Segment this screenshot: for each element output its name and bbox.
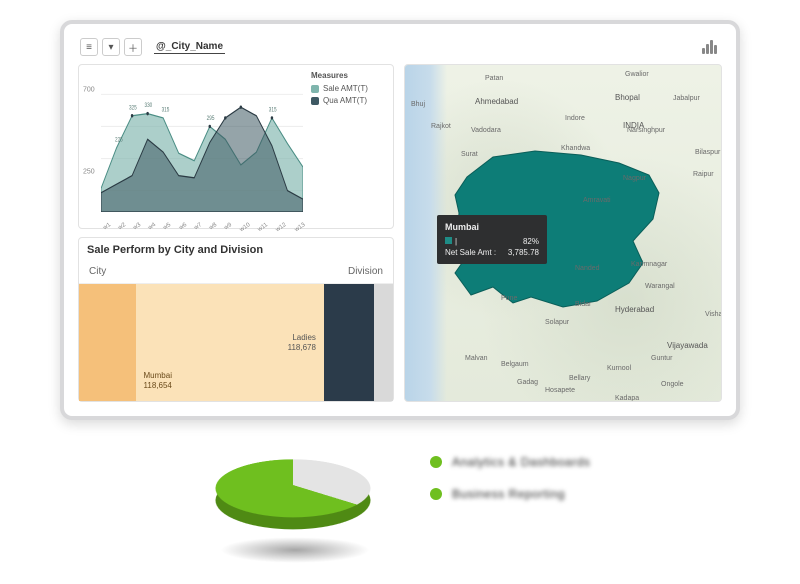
map-city-label: Guntur [651,355,672,362]
map-city-label: Surat [461,151,478,158]
map-city-label: Raipur [693,171,714,178]
treemap-cell-label: Mumbai 118,654 [144,371,172,391]
tooltip-title: Mumbai [445,221,539,234]
map-city-label: Khandwa [561,145,590,152]
card-title: Sale Perform by City and Division [79,238,393,262]
col-division: Division [348,266,383,277]
swatch-icon [445,237,452,244]
map-city-label: Bhopal [615,93,640,102]
pie-legend-item: Analytics & Dashboards [430,455,590,469]
map-city-label: Belgaum [501,361,529,368]
x-axis: w1w2w3w4w5w6w7w8w9w10w11w12w13 [101,222,303,228]
svg-text:315: 315 [162,107,170,114]
filter-icon[interactable]: ▾ [102,38,120,56]
area-chart-card: 700 250 [78,64,394,229]
map-city-label: Warangal [645,283,675,290]
map-city-label: Malvan [465,355,488,362]
map-city-label: Bilaspur [695,149,720,156]
map-city-label: Indore [565,115,585,122]
map-city-label: Vishakhapatnam [705,311,722,318]
y-tick: 700 [83,86,95,93]
swatch-icon [311,85,319,93]
map-city-label: Vijayawada [667,341,708,350]
map-city-label: Gadag [517,379,538,386]
svg-text:225: 225 [115,137,123,144]
svg-text:325: 325 [129,105,137,112]
map-city-label: Narsinghpur [627,127,665,134]
map-city-label: Kadapa [615,395,639,402]
map-city-label: Pune [501,295,517,302]
map-city-label: Hyderabad [615,305,654,314]
treemap-header: City Division [79,262,393,284]
pie-shadow [220,537,370,563]
pie-legend-label: Analytics & Dashboards [452,455,590,469]
map-city-label: Bellary [569,375,590,382]
map-city-label: Patan [485,75,503,82]
dot-icon [430,456,442,468]
svg-text:330: 330 [145,103,153,110]
map-city-label: Gwalior [625,71,649,78]
svg-text:295: 295 [207,115,215,122]
chart-icon[interactable] [702,40,720,54]
map-city-label: Vadodara [471,127,501,134]
map-city-label: Hosapete [545,387,575,394]
dot-icon [430,488,442,500]
svg-text:315: 315 [269,107,277,114]
map-city-label: Nanded [575,265,600,272]
pie-chart [210,425,380,565]
treemap-cell-label: Ladies 118,678 [288,333,316,353]
col-city: City [89,266,106,277]
treemap-cell[interactable] [324,284,374,401]
map-city-label: Kurnool [607,365,631,372]
area-chart-legend: Measures Sale AMT(T) Qua AMT(T) [305,71,385,226]
menu-icon[interactable]: ≡ [80,38,98,56]
area-chart[interactable]: 700 250 [87,71,305,226]
legend-item[interactable]: Qua AMT(T) [311,96,385,105]
pie-legend-item: Business Reporting [430,487,590,501]
map-city-label: Solapur [545,319,569,326]
map-city-label: Ongole [661,381,684,388]
map-city-label: Bidar [575,301,591,308]
map-tooltip: Mumbai | 82% Net Sale Amt : 3,785.78 [437,215,547,264]
map-city-label: Amravati [583,197,611,204]
map-city-label: Jabalpur [673,95,700,102]
treemap[interactable]: Mumbai 118,654 Ladies 118,678 [79,284,393,401]
top-toolbar: ≡ ▾ ＋ @_City_Name [78,34,722,60]
pie-legend-label: Business Reporting [452,487,565,501]
add-icon[interactable]: ＋ [124,38,142,56]
map-city-label: Ahmedabad [475,97,518,106]
map-panel[interactable]: Patan Bhuj Ahmedabad Vadodara Rajkot Surat Mum… [404,64,722,402]
treemap-cell[interactable] [79,284,136,401]
performance-card: Sale Perform by City and Division City D… [78,237,394,402]
map-city-label: Karimnagar [631,261,667,268]
page-title: @_City_Name [154,40,225,54]
map-city-label: Nagpur [623,175,646,182]
treemap-cell[interactable] [374,284,393,401]
legend-item[interactable]: Sale AMT(T) [311,84,385,93]
legend-header: Measures [311,71,385,80]
dashboard-monitor: ≡ ▾ ＋ @_City_Name 700 250 [60,20,740,420]
map-city-label: Rajkot [431,123,451,130]
map-city-label: Bhuj [411,101,425,108]
swatch-icon [311,97,319,105]
y-tick: 250 [83,168,95,175]
pie-legend: Analytics & Dashboards Business Reportin… [430,455,590,519]
